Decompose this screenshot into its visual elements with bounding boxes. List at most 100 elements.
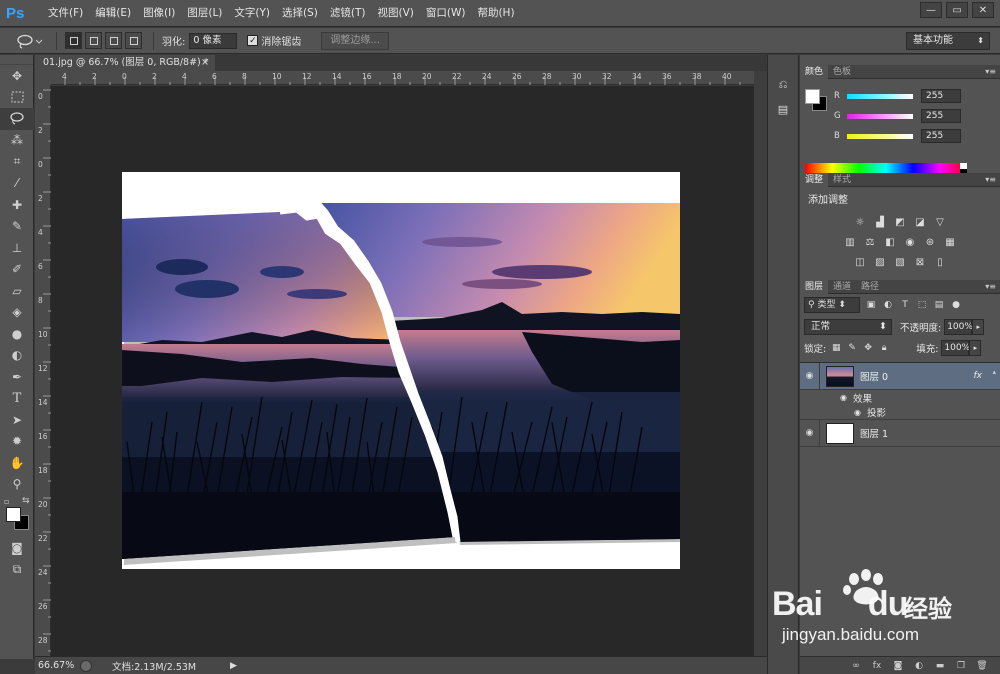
menu-layer[interactable]: 图层(L) [181, 0, 228, 27]
toolbar-grip[interactable] [0, 55, 33, 65]
exposure-icon[interactable]: ◪ [912, 214, 928, 230]
tab-layers[interactable]: 图层 [800, 279, 829, 294]
opacity-slider-button[interactable]: ▸ [972, 318, 985, 335]
menu-type[interactable]: 文字(Y) [228, 0, 276, 27]
add-selection-button[interactable] [85, 32, 102, 49]
layer-filter-kind[interactable]: ⚲ 类型 ⬍ [804, 297, 860, 313]
brightness-icon[interactable]: ☼ [852, 214, 868, 230]
lock-position-icon[interactable]: ✥ [862, 342, 874, 354]
lasso-tool[interactable] [0, 108, 34, 130]
delete-layer-icon[interactable]: 🗑︎ [976, 660, 988, 672]
new-selection-button[interactable] [65, 32, 82, 49]
dodge-tool[interactable]: ◐ [0, 345, 34, 367]
panel-menu-icon[interactable]: ▾≡ [985, 280, 996, 294]
menu-help[interactable]: 帮助(H) [471, 0, 520, 27]
workspace-select[interactable]: 基本功能 ⬍ [906, 32, 990, 50]
maximize-button[interactable]: ▭ [946, 2, 968, 18]
vertical-ruler[interactable]: 0 2 0 2 4 6 8 10 12 14 16 18 20 22 24 26… [35, 85, 51, 656]
posterize-icon[interactable]: ▨ [872, 254, 888, 270]
layer-thumbnail[interactable] [826, 422, 854, 444]
document-tab[interactable]: 01.jpg @ 66.7% (图层 0, RGB/8#) * × [35, 55, 215, 71]
type-tool[interactable]: T [0, 388, 34, 410]
effects-eye-icon[interactable]: ◉ [840, 393, 847, 402]
tab-channels[interactable]: 通道 [828, 280, 856, 294]
foreground-color-swatch[interactable] [805, 89, 820, 104]
filter-toggle-icon[interactable]: ● [950, 299, 962, 311]
close-button[interactable]: ✕ [972, 2, 994, 18]
tab-paths[interactable]: 路径 [856, 280, 884, 294]
new-group-icon[interactable]: ▬ [934, 660, 946, 672]
layer-effects-badge[interactable]: fx [974, 371, 983, 381]
black-white-icon[interactable]: ◧ [882, 234, 898, 250]
lock-all-icon[interactable]: 🔒︎ [878, 342, 890, 354]
menu-view[interactable]: 视图(V) [371, 0, 419, 27]
subtract-selection-button[interactable] [105, 32, 122, 49]
selective-color-icon[interactable]: ⊠ [912, 254, 928, 270]
color-balance-icon[interactable]: ⚖ [862, 234, 878, 250]
document-canvas[interactable] [122, 172, 680, 569]
blue-value[interactable]: 255 [921, 129, 961, 143]
smart-object-filter-icon[interactable]: ▤ [933, 299, 945, 311]
menu-window[interactable]: 窗口(W) [420, 0, 472, 27]
move-tool[interactable]: ✥ [0, 65, 34, 87]
shape-filter-icon[interactable]: ⬚ [916, 299, 928, 311]
hand-tool[interactable]: ✋ [0, 452, 34, 474]
shape-tool[interactable]: ✹ [0, 431, 34, 453]
tab-adjustments[interactable]: 调整 [800, 172, 829, 187]
effects-group-row[interactable]: ◉ 效果 [800, 390, 1000, 405]
pixel-filter-icon[interactable]: ▣ [865, 299, 877, 311]
drop-shadow-row[interactable]: ◉ 投影 [800, 405, 1000, 420]
green-slider[interactable] [847, 113, 913, 119]
crop-tool[interactable]: ⌗ [0, 151, 34, 173]
lock-pixels-icon[interactable]: ✎ [846, 342, 858, 354]
feather-input[interactable]: 0 像素 [189, 32, 238, 49]
green-value[interactable]: 255 [921, 109, 961, 123]
layer-item-1[interactable]: ◉ 图层 1 [800, 419, 1000, 447]
red-value[interactable]: 255 [921, 89, 961, 103]
tab-styles[interactable]: 样式 [828, 173, 856, 187]
fill-slider-button[interactable]: ▸ [969, 339, 982, 356]
threshold-icon[interactable]: ▧ [892, 254, 908, 270]
color-lookup-icon[interactable]: ▦ [942, 234, 958, 250]
eyedropper-tool[interactable]: ⁄ [0, 173, 34, 195]
clone-stamp-tool[interactable]: ⊥ [0, 237, 34, 259]
type-filter-icon[interactable]: T [899, 299, 911, 311]
lasso-preset-picker[interactable] [14, 31, 48, 51]
history-brush-tool[interactable]: ✐ [0, 259, 34, 281]
pen-tool[interactable]: ✒ [0, 366, 34, 388]
levels-icon[interactable]: ▟ [872, 214, 888, 230]
path-select-tool[interactable]: ➤ [0, 409, 34, 431]
healing-brush-tool[interactable]: ✚ [0, 194, 34, 216]
link-layers-icon[interactable]: ∞ [850, 660, 862, 672]
intersect-selection-button[interactable] [125, 32, 142, 49]
photo-filter-icon[interactable]: ◉ [902, 234, 918, 250]
menu-select[interactable]: 选择(S) [276, 0, 324, 27]
brush-tool[interactable]: ✎ [0, 216, 34, 238]
refine-edge-button[interactable]: 调整边缘... [321, 31, 389, 50]
new-adjustment-icon[interactable]: ◐ [913, 660, 925, 672]
add-mask-icon[interactable]: ◙ [892, 660, 904, 672]
blue-slider[interactable] [847, 133, 913, 139]
paint-bucket-tool[interactable]: ◈ [0, 302, 34, 324]
channel-mixer-icon[interactable]: ⊛ [922, 234, 938, 250]
lock-transparency-icon[interactable]: ▦ [830, 342, 842, 354]
curves-icon[interactable]: ◩ [892, 214, 908, 230]
layer-thumbnail[interactable] [826, 365, 854, 387]
drop-shadow-eye-icon[interactable]: ◉ [854, 408, 861, 417]
antialias-checkbox[interactable]: ✓ [247, 35, 259, 46]
add-style-icon[interactable]: fx [871, 660, 883, 672]
horizontal-ruler[interactable]: 4 2 0 2 4 6 8 10 12 14 16 18 20 22 24 26… [51, 71, 754, 85]
blur-tool[interactable]: ● [0, 323, 34, 345]
visibility-eye-icon[interactable]: ◉ [800, 419, 820, 447]
panel-menu-icon[interactable]: ▾≡ [985, 173, 996, 187]
panel-menu-icon[interactable]: ▾≡ [985, 65, 996, 79]
collapse-effects-icon[interactable]: ▴ [992, 368, 996, 376]
menu-edit[interactable]: 编辑(E) [89, 0, 137, 27]
menu-image[interactable]: 图像(I) [137, 0, 181, 27]
zoom-tool[interactable]: ⚲ [0, 474, 34, 496]
layer-name[interactable]: 图层 0 [860, 369, 888, 383]
red-slider[interactable] [847, 93, 913, 99]
zoom-level[interactable]: 66.67% [38, 660, 80, 671]
gradient-map-icon[interactable]: ▯ [932, 254, 948, 270]
screen-mode-button[interactable]: ⧉ [0, 559, 34, 581]
